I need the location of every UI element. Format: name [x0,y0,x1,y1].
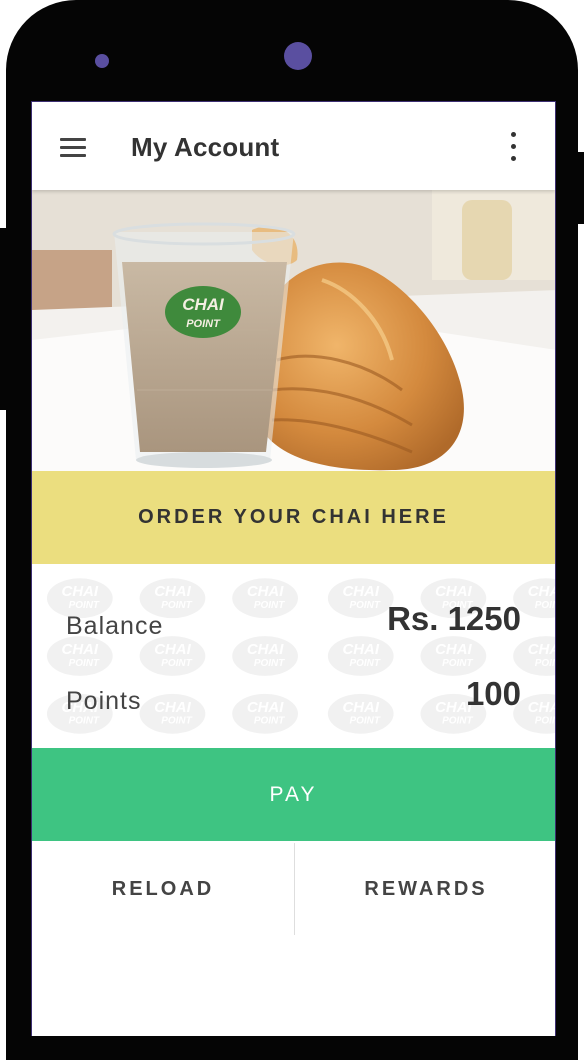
svg-text:CHAI: CHAI [154,699,191,716]
svg-text:CHAI: CHAI [342,641,379,658]
svg-text:CHAI: CHAI [62,641,99,658]
power-button [576,152,584,224]
svg-text:POINT: POINT [69,658,100,669]
pattern-logo: CHAIPOINT [46,636,113,676]
svg-text:POINT: POINT [254,600,285,611]
pattern-logo: CHAIPOINT [232,578,298,619]
points-label: Points [66,687,142,715]
balance-label: Balance [66,612,164,640]
svg-text:POINT: POINT [535,716,555,727]
svg-text:POINT: POINT [535,600,555,611]
svg-text:CHAI: CHAI [247,699,284,716]
pattern-logo: CHAIPOINT [327,636,394,676]
bottom-actions: RELOAD REWARDS [32,841,555,937]
pattern-logo: CHAIPOINT [513,636,555,676]
svg-text:POINT: POINT [254,716,285,727]
pay-button[interactable]: PAY [32,748,555,841]
svg-text:CHAI: CHAI [435,583,472,600]
svg-text:POINT: POINT [350,600,381,611]
svg-text:POINT: POINT [350,658,381,669]
svg-text:CHAI: CHAI [154,641,191,658]
page-title: My Account [131,132,280,162]
chai-and-pastry-photo: CHAI POINT [32,190,555,471]
pattern-logo: CHAIPOINT [420,636,487,676]
hamburger-menu-icon[interactable] [60,138,88,158]
volume-button [0,228,8,410]
svg-text:CHAI: CHAI [247,583,284,600]
svg-text:POINT: POINT [254,658,285,669]
pattern-logo: CHAIPOINT [327,578,394,619]
svg-text:POINT: POINT [69,600,100,611]
reload-button[interactable]: RELOAD [32,841,294,937]
more-vertical-icon[interactable] [508,132,520,164]
points-value: 100 [465,675,521,712]
svg-text:POINT: POINT [442,658,473,669]
pattern-logo: CHAIPOINT [232,636,298,676]
svg-text:CHAI: CHAI [342,583,379,600]
svg-text:CHAI: CHAI [154,583,191,600]
svg-text:CHAI: CHAI [528,699,555,716]
app-screen: My Account CHAI POINT ORDER YOUR CHAI HE… [31,101,556,1036]
rewards-button[interactable]: REWARDS [295,841,555,937]
chai-point-logo-pattern: CHAIPOINTCHAIPOINTCHAIPOINTCHAIPOINTCHAI… [46,578,555,734]
account-summary: CHAI POINT CHAI POINT CHAI POINT CHAI POINT CHAI… [32,564,555,748]
svg-text:CHAI: CHAI [62,583,99,600]
balance-value: Rs. 1250 [387,600,521,637]
svg-text:POINT: POINT [442,716,473,727]
svg-text:POINT: POINT [161,716,192,727]
svg-text:CHAI: CHAI [247,641,284,658]
svg-text:POINT: POINT [535,658,555,669]
app-bar: My Account [32,102,555,190]
svg-text:POINT: POINT [161,658,192,669]
svg-text:POINT: POINT [350,716,381,727]
svg-text:POINT: POINT [69,716,100,727]
svg-text:CHAI: CHAI [435,641,472,658]
front-camera [284,42,312,70]
svg-text:CHAI: CHAI [528,641,555,658]
svg-text:CHAI: CHAI [528,583,555,600]
order-chai-button[interactable]: ORDER YOUR CHAI HERE [32,471,555,564]
pattern-logo: CHAIPOINT [327,693,394,734]
glass-logo-line1: CHAI [182,295,225,314]
sensor-dot [95,54,109,68]
pattern-logo: CHAIPOINT [232,693,298,734]
svg-text:CHAI: CHAI [342,699,379,716]
glass-logo-line2: POINT [186,318,221,330]
pattern-logo: CHAIPOINT [139,693,206,734]
pattern-logo: CHAIPOINT [139,636,206,676]
hero-image: CHAI POINT [32,190,555,471]
svg-text:POINT: POINT [161,600,192,611]
